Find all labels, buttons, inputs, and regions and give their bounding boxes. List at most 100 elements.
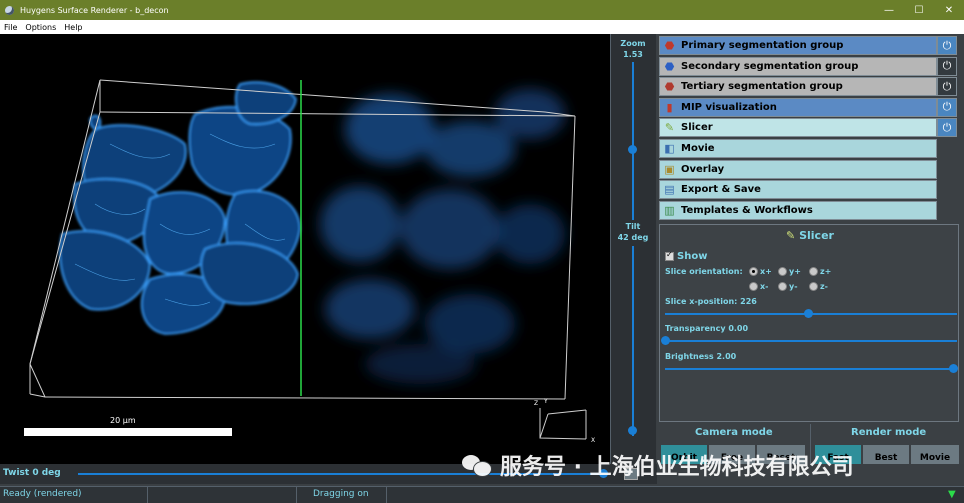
orientation-y-plus-radio[interactable] [778, 267, 787, 276]
orientation-x-minus-radio[interactable] [749, 282, 758, 291]
render-mode-title: Render mode [851, 427, 927, 438]
tilt-value: 42 deg [617, 233, 649, 242]
panel-item-label: Export & Save [681, 184, 761, 196]
panel-item-movie[interactable]: ◧ Movie [659, 139, 937, 158]
panel-item-primary-segmentation[interactable]: ⬣ Primary segmentation group [659, 36, 937, 55]
tilt-slider-track[interactable] [632, 246, 634, 436]
axis-x-label: X [591, 437, 596, 444]
zoom-tilt-column: Zoom 1.53 Tilt 42 deg [610, 34, 656, 464]
transparency-thumb[interactable] [661, 336, 670, 345]
transparency-label: Transparency 0.00 [665, 324, 749, 333]
axis-z-label: Z [534, 400, 539, 407]
camera-mode-title: Camera mode [695, 427, 773, 438]
orientation-x-plus-label: x+ [760, 267, 772, 276]
orientation-y-minus-radio[interactable] [778, 282, 787, 291]
render-viewport[interactable]: 20 µm Z Y X [0, 34, 610, 464]
orientation-x-plus-radio[interactable] [749, 267, 758, 276]
orientation-z-minus-radio[interactable] [809, 282, 818, 291]
power-toggle-icon[interactable]: ⏻ [937, 77, 957, 97]
axis-y-label: Y [544, 398, 548, 405]
brightness-thumb[interactable] [949, 364, 958, 373]
panel-item-templates-workflows[interactable]: ▥ Templates & Workflows [659, 200, 937, 220]
orientation-z-plus-label: z+ [820, 267, 832, 276]
app-logo-icon [4, 5, 15, 16]
slicer-title-icon: ✎ [786, 229, 796, 242]
wechat-icon [462, 453, 492, 477]
overlay-icon: ▣ [664, 162, 675, 176]
slicer-icon: ✎ [664, 121, 675, 135]
brightness-track[interactable] [665, 368, 957, 370]
slice-position-label: Slice x-position: 226 [665, 297, 757, 306]
slicer-title-text: Slicer [799, 229, 834, 242]
panel-item-tertiary-segmentation[interactable]: ⬣ Tertiary segmentation group [659, 77, 937, 97]
zoom-slider-thumb[interactable] [628, 144, 637, 154]
panel-item-label: Slicer [681, 122, 713, 134]
panel-item-label: Templates & Workflows [681, 204, 813, 216]
power-toggle-icon[interactable]: ⏻ [937, 97, 957, 117]
brightness-label: Brightness 2.00 [665, 352, 737, 361]
panel-item-export-save[interactable]: ▤ Export & Save [659, 180, 937, 200]
show-label: Show [677, 251, 708, 262]
show-checkbox[interactable] [665, 250, 674, 261]
panel-item-secondary-segmentation[interactable]: ⬣ Secondary segmentation group [659, 56, 937, 76]
network-icon: ▼ [948, 489, 956, 500]
axis-indicator [539, 408, 587, 440]
slicer-panel-title: ✎ Slicer [660, 229, 960, 242]
slice-position-thumb[interactable] [804, 309, 814, 318]
transparency-track[interactable] [665, 340, 957, 342]
surface-cells [59, 81, 301, 335]
menu-help[interactable]: Help [60, 23, 86, 32]
panel-item-slicer[interactable]: ✎ Slicer [659, 118, 937, 138]
power-toggle-icon[interactable]: ⏻ [937, 118, 957, 138]
slice-orientation-label: Slice orientation: [665, 267, 743, 276]
tilt-label: Tilt [625, 222, 641, 231]
mip-cells [320, 89, 565, 384]
zoom-value: 1.53 [623, 50, 643, 59]
maximize-button[interactable]: ☐ [904, 0, 934, 20]
mip-visualization-icon: ▮ [666, 100, 673, 114]
title-bar: Huygens Surface Renderer - b_decon — ☐ ✕ [0, 0, 964, 20]
power-toggle-icon[interactable]: ⏻ [937, 36, 957, 55]
panel-item-mip-visualization[interactable]: ▮ MIP visualization [659, 97, 937, 117]
panel-item-label: MIP visualization [681, 101, 777, 113]
primary-segmentation-icon: ⬣ [664, 39, 675, 52]
scale-bar [24, 428, 232, 436]
secondary-segmentation-icon: ⬣ [664, 59, 675, 73]
control-panel: ⬣ Primary segmentation group ⏻ ⬣ Secondary s… [657, 34, 964, 464]
status-ready: Ready (rendered) [3, 489, 82, 499]
panel-item-label: Secondary segmentation group [681, 60, 859, 72]
menu-options[interactable]: Options [21, 23, 60, 32]
slicer-panel: ✎ Slicer Show Slice orientation: x+ y+ z… [659, 224, 959, 422]
tilt-slider-thumb[interactable] [628, 426, 637, 436]
tertiary-segmentation-icon: ⬣ [664, 80, 675, 94]
export-save-icon: ▤ [664, 183, 675, 197]
window-title: Huygens Surface Renderer - b_decon [20, 5, 169, 15]
panel-item-label: Tertiary segmentation group [681, 81, 843, 93]
orientation-z-plus-radio[interactable] [809, 267, 818, 276]
menu-file[interactable]: File [0, 23, 21, 32]
status-dragging: Dragging on [313, 489, 369, 499]
menu-bar: File Options Help [0, 20, 964, 34]
close-button[interactable]: ✕ [934, 0, 964, 20]
panel-item-overlay[interactable]: ▣ Overlay [659, 159, 937, 179]
power-toggle-icon[interactable]: ⏻ [937, 56, 957, 76]
panel-item-label: Primary segmentation group [681, 40, 844, 51]
volume-render [24, 79, 587, 440]
movie-icon: ◧ [664, 142, 675, 155]
status-bar: Ready (rendered) Dragging on ▼ [0, 486, 964, 503]
zoom-label: Zoom [620, 39, 646, 48]
watermark: 服务号 · 上海伯业生物科技有限公司 [462, 448, 854, 482]
twist-label: Twist 0 deg [3, 468, 61, 478]
templates-workflows-icon: ▥ [664, 203, 675, 217]
orientation-y-plus-label: y+ [789, 267, 801, 276]
orientation-z-minus-label: z- [820, 282, 828, 291]
watermark-text: 服务号 · 上海伯业生物科技有限公司 [500, 455, 854, 480]
render-best-button[interactable]: Best [863, 445, 909, 464]
minimize-button[interactable]: — [874, 0, 904, 20]
panel-item-label: Movie [681, 143, 715, 154]
panel-item-label: Overlay [681, 163, 725, 175]
render-movie-button[interactable]: Movie [911, 445, 959, 464]
orientation-x-minus-label: x- [760, 282, 769, 291]
orientation-y-minus-label: y- [789, 282, 798, 291]
zoom-slider-track[interactable] [632, 62, 634, 220]
